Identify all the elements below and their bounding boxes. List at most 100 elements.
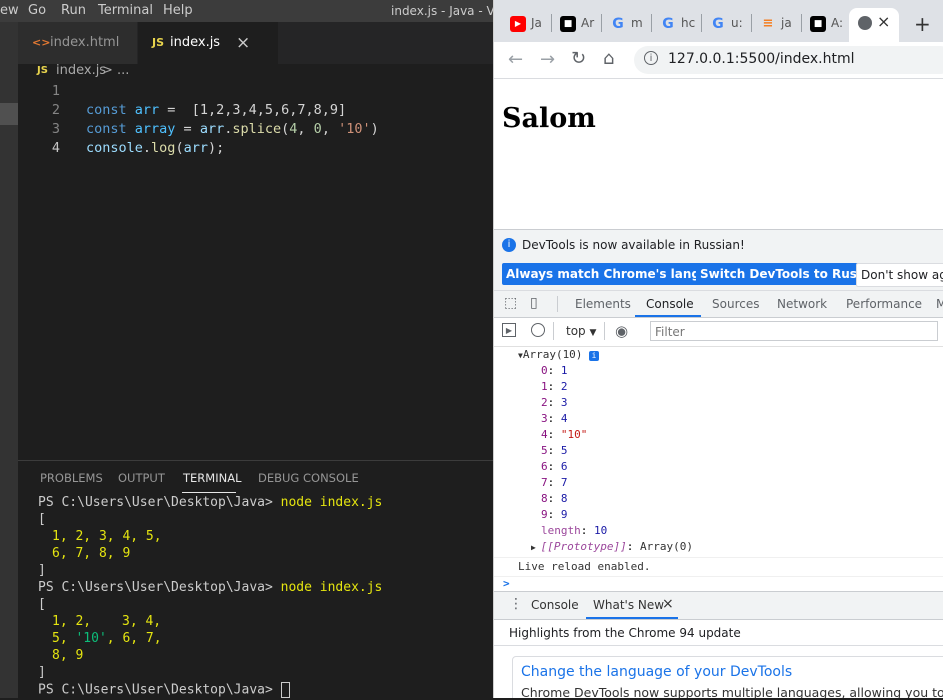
context-select[interactable]: top ▼ (566, 324, 596, 338)
divider (494, 576, 943, 577)
browser-tab[interactable]: ■ Ar (552, 8, 600, 38)
close-icon[interactable]: × (236, 22, 250, 64)
entry-value: 7 (560, 476, 568, 489)
browser-tab[interactable]: G hc (652, 8, 700, 38)
devtools-drawer: ⋮ Console What's New × Highlights from t… (494, 591, 943, 698)
bottom-panel: PROBLEMS OUTPUT TERMINAL DEBUG CONSOLE P… (18, 461, 493, 698)
whats-new-card[interactable]: Change the language of your DevTools Chr… (512, 656, 943, 698)
tab-console[interactable]: Console (646, 297, 694, 311)
line-number: 3 (51, 121, 60, 137)
terminal-prompt: PS C:\Users\User\Desktop\Java> (38, 495, 281, 510)
terminal-value: 1, 2, (52, 614, 92, 629)
drawer-tab-whats-new[interactable]: What's New (593, 598, 664, 612)
terminal-command: node index.js (280, 495, 383, 510)
breadcrumb-rest[interactable]: > ... (102, 63, 129, 78)
array-header[interactable]: ▼Array(10) i (518, 348, 600, 364)
back-arrow-icon[interactable]: ← (508, 49, 523, 70)
punctuation: . (142, 140, 152, 156)
editor-tab-bar: <> index.html JS index.js × (18, 22, 493, 64)
browser-tab[interactable]: ▶ Ja (502, 8, 550, 38)
punctuation: , (297, 121, 314, 137)
terminal-value: , 6, 7, (106, 631, 162, 646)
tab-index-html[interactable]: <> index.html (18, 22, 137, 64)
terminal-line: 5, '10', 6, 7, (52, 631, 162, 649)
tab-title: ja (781, 16, 792, 30)
home-icon[interactable]: ⌂ (603, 48, 614, 69)
menu-terminal[interactable]: Terminal (98, 3, 153, 18)
terminal-prompt: PS C:\Users\User\Desktop\Java> (38, 580, 281, 595)
separator: : (547, 412, 561, 425)
array-prototype[interactable]: ▶ [[Prototype]]: Array(0) (531, 540, 693, 556)
terminal-line: 6, 7, 8, 9 (52, 546, 131, 561)
device-toolbar-icon[interactable]: ▯ (530, 295, 538, 311)
reload-icon[interactable]: ↻ (571, 48, 586, 69)
entry-key: 3 (541, 412, 548, 425)
address-bar[interactable]: i 127.0.0.1:5500/index.html (634, 46, 943, 74)
tab-network[interactable]: Network (777, 297, 827, 311)
inspect-icon[interactable]: ⬚ (504, 295, 517, 311)
divider (557, 296, 558, 312)
function-name: splice (232, 121, 282, 137)
browser-tab[interactable]: G m (602, 8, 650, 38)
google-icon: G (662, 16, 674, 32)
tab-sources[interactable]: Sources (712, 297, 759, 311)
sidebar-toggle-icon[interactable]: ▶ (502, 323, 516, 337)
menu-help[interactable]: Help (163, 3, 193, 18)
menu-go[interactable]: Go (28, 3, 46, 18)
array-label: Array(10) (522, 348, 583, 361)
variable: arr (134, 102, 160, 118)
array-entry: 6: 6 (541, 460, 568, 476)
card-title[interactable]: Change the language of your DevTools (521, 664, 792, 680)
browser-tab-active[interactable]: × (849, 8, 899, 42)
function-name: log (151, 140, 176, 156)
html-icon: <> (32, 36, 51, 49)
breadcrumb: JS index.js > ... (18, 62, 493, 82)
divider (494, 557, 943, 558)
activity-bar-selected[interactable] (0, 103, 18, 125)
tab-performance[interactable]: Performance (846, 297, 922, 311)
tab-index-js[interactable]: JS index.js × (138, 22, 278, 64)
eye-icon[interactable]: ◉ (615, 322, 628, 340)
tab-debug-console[interactable]: DEBUG CONSOLE (258, 471, 359, 485)
tab-problems[interactable]: PROBLEMS (40, 471, 103, 485)
breadcrumb-file[interactable]: index.js (56, 63, 106, 78)
info-icon: i (502, 238, 516, 252)
terminal-line: [ (38, 597, 46, 612)
close-icon[interactable]: × (877, 12, 890, 31)
page-heading: Salom (502, 103, 596, 134)
entry-key: 9 (541, 508, 548, 521)
menu-run[interactable]: Run (61, 3, 86, 18)
browser-tab[interactable]: ≡ ja (752, 8, 800, 38)
drawer-tab-console[interactable]: Console (531, 598, 579, 612)
menu-view[interactable]: ew (0, 3, 19, 18)
info-icon[interactable]: i (644, 51, 658, 65)
tab-title: Ja (531, 16, 542, 30)
google-icon: G (712, 16, 724, 32)
browser-tab[interactable]: G u: (702, 8, 750, 38)
terminal-command: node index.js (280, 580, 383, 595)
line-number: 4 (51, 140, 60, 156)
filter-input[interactable]: Filter (650, 321, 938, 341)
tab-output[interactable]: OUTPUT (118, 471, 165, 485)
forward-arrow-icon[interactable]: → (540, 49, 555, 70)
clear-console-icon[interactable] (531, 323, 545, 337)
close-icon[interactable]: × (662, 596, 674, 612)
prototype-key: [[Prototype]] (540, 540, 627, 553)
more-options-icon[interactable]: ⋮ (509, 596, 523, 612)
url-text: 127.0.0.1:5500/index.html (668, 51, 855, 67)
punctuation: ( (175, 140, 184, 156)
new-tab-button[interactable]: + (914, 12, 931, 36)
tab-title: hc (681, 16, 696, 30)
keyword: const (86, 121, 127, 137)
tab-terminal[interactable]: TERMINAL (183, 471, 241, 485)
tab-more[interactable]: M (936, 297, 943, 311)
separator: : (547, 364, 561, 377)
terminal-prompt: PS C:\Users\User\Desktop\Java> (38, 682, 281, 698)
tab-elements[interactable]: Elements (575, 297, 631, 311)
terminal-string: '10' (75, 631, 107, 646)
code-editor[interactable]: 1 2 3 4 const arr = [1,2,3,4,5,6,7,8,9] … (18, 82, 493, 460)
identifier: console (86, 140, 143, 156)
array-entry: 3: 4 (541, 412, 568, 428)
dont-show-again-button[interactable]: Don't show again (856, 263, 943, 287)
browser-tab[interactable]: ■ A: (802, 8, 850, 38)
